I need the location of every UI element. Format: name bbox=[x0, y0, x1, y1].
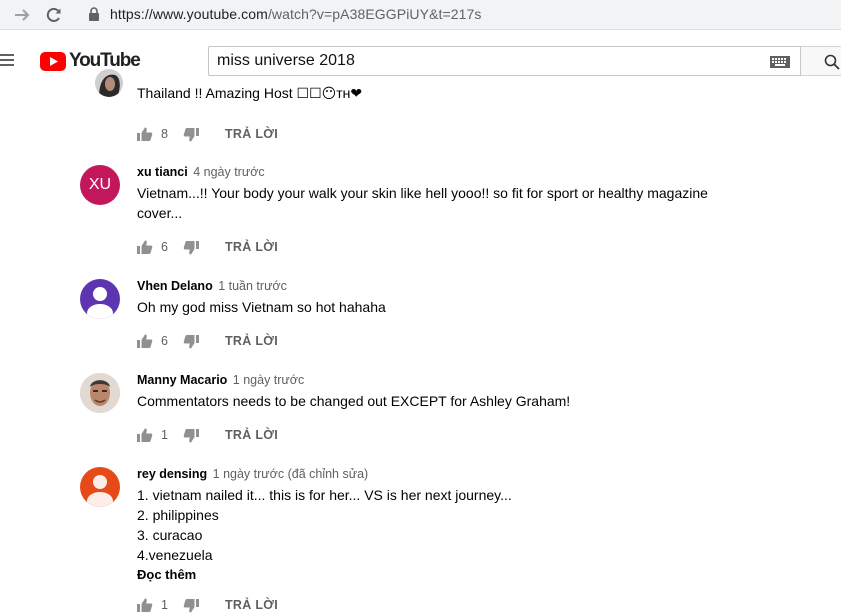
comment-meta: xu tianci 4 ngày trước bbox=[137, 165, 757, 179]
comment-actions: 6 TRẢ LỜI bbox=[137, 239, 437, 259]
comment-item: Vhen Delano 1 tuần trước Oh my god miss … bbox=[80, 279, 780, 359]
thumbs-up-icon[interactable] bbox=[137, 333, 153, 349]
like-count: 1 bbox=[161, 598, 168, 612]
comment-body: Thailand !! Amazing Host ☐☐😶ᴛʜ❤ bbox=[137, 83, 757, 103]
avatar[interactable] bbox=[80, 373, 120, 413]
url-host: https://www.youtube.com bbox=[110, 6, 268, 22]
thumbs-down-icon[interactable] bbox=[183, 127, 199, 143]
lock-icon bbox=[89, 7, 99, 21]
comment-meta: Vhen Delano 1 tuần trước bbox=[137, 279, 757, 293]
comment-body: rey densing 1 ngày trước (đã chỉnh sửa) … bbox=[137, 467, 757, 582]
comment-line: 2. philippines bbox=[137, 507, 219, 523]
comment-item: rey densing 1 ngày trước (đã chỉnh sửa) … bbox=[80, 467, 780, 615]
thumbs-up-icon[interactable] bbox=[137, 597, 153, 613]
comment-line: 1. vietnam nailed it... this is for her.… bbox=[137, 487, 512, 503]
comment-body: Manny Macario 1 ngày trước Commentators … bbox=[137, 373, 757, 411]
avatar[interactable] bbox=[80, 279, 120, 319]
comment-text: Commentators needs to be changed out EXC… bbox=[137, 393, 571, 409]
reply-button[interactable]: TRẢ LỜI bbox=[225, 127, 278, 141]
avatar-photo bbox=[80, 373, 120, 413]
comment-meta: rey densing 1 ngày trước (đã chỉnh sửa) bbox=[137, 467, 757, 481]
thumbs-up-icon[interactable] bbox=[137, 239, 153, 255]
comment-time[interactable]: 4 ngày trước bbox=[193, 165, 264, 179]
author-name[interactable]: xu tianci bbox=[137, 165, 188, 179]
thumbs-up-icon[interactable] bbox=[137, 126, 153, 142]
like-count: 6 bbox=[161, 334, 168, 348]
avatar[interactable] bbox=[80, 467, 120, 507]
youtube-play-icon bbox=[40, 51, 66, 71]
person-icon bbox=[87, 287, 113, 319]
avatar[interactable] bbox=[95, 69, 123, 97]
comment-time[interactable]: 1 tuần trước bbox=[218, 279, 287, 293]
comment-text: Vietnam...!! Your body your walk your sk… bbox=[137, 185, 708, 221]
avatar-initials: XU bbox=[88, 176, 112, 193]
reply-button[interactable]: TRẢ LỜI bbox=[225, 598, 278, 612]
comment-actions: 8 TRẢ LỜI bbox=[137, 126, 437, 146]
comment-item: Thailand !! Amazing Host ☐☐😶ᴛʜ❤ 8 TRẢ LỜ… bbox=[80, 69, 780, 149]
thumbs-down-icon[interactable] bbox=[183, 598, 199, 614]
keyboard-icon[interactable] bbox=[770, 56, 790, 68]
reload-icon[interactable] bbox=[44, 5, 64, 25]
avatar-photo bbox=[95, 69, 123, 97]
hamburger-menu-icon[interactable] bbox=[0, 53, 14, 67]
browser-address-bar: https://www.youtube.com/watch?v=pA38EGGP… bbox=[0, 0, 841, 30]
read-more-link[interactable]: Đọc thêm bbox=[137, 567, 757, 582]
author-name[interactable]: Vhen Delano bbox=[137, 279, 213, 293]
thumbs-up-icon[interactable] bbox=[137, 427, 153, 443]
thumbs-down-icon[interactable] bbox=[183, 334, 199, 350]
comment-meta: Manny Macario 1 ngày trước bbox=[137, 373, 757, 387]
comment-body: Vhen Delano 1 tuần trước Oh my god miss … bbox=[137, 279, 757, 317]
avatar[interactable]: XU bbox=[80, 165, 120, 205]
author-name[interactable]: Manny Macario bbox=[137, 373, 227, 387]
comment-item: XU xu tianci 4 ngày trước Vietnam...!! Y… bbox=[80, 165, 780, 265]
search-input[interactable] bbox=[217, 52, 757, 70]
address-url[interactable]: https://www.youtube.com/watch?v=pA38EGGP… bbox=[110, 6, 482, 22]
comment-text: 1. vietnam nailed it... this is for her.… bbox=[137, 485, 757, 565]
reply-button[interactable]: TRẢ LỜI bbox=[225, 428, 278, 442]
like-count: 8 bbox=[161, 127, 168, 141]
reply-button[interactable]: TRẢ LỜI bbox=[225, 240, 278, 254]
search-button[interactable] bbox=[801, 46, 841, 76]
author-name[interactable]: rey densing bbox=[137, 467, 207, 481]
comment-text: Oh my god miss Vietnam so hot hahaha bbox=[137, 299, 386, 315]
comment-text: Thailand !! Amazing Host ☐☐😶ᴛʜ❤ bbox=[137, 85, 363, 101]
search-icon bbox=[824, 54, 840, 70]
comment-actions: 1 TRẢ LỜI bbox=[137, 597, 437, 615]
thumbs-down-icon[interactable] bbox=[183, 428, 199, 444]
reply-button[interactable]: TRẢ LỜI bbox=[225, 334, 278, 348]
comment-time[interactable]: 1 ngày trước (đã chỉnh sửa) bbox=[213, 467, 369, 481]
forward-arrow-icon[interactable] bbox=[12, 5, 32, 25]
comment-time[interactable]: 1 ngày trước bbox=[233, 373, 304, 387]
comment-line: 4.venezuela bbox=[137, 547, 213, 563]
thumbs-down-icon[interactable] bbox=[183, 240, 199, 256]
comment-actions: 1 TRẢ LỜI bbox=[137, 427, 437, 447]
comment-line: 3. curacao bbox=[137, 527, 203, 543]
comment-item: Manny Macario 1 ngày trước Commentators … bbox=[80, 373, 780, 453]
like-count: 1 bbox=[161, 428, 168, 442]
like-count: 6 bbox=[161, 240, 168, 254]
comment-body: xu tianci 4 ngày trước Vietnam...!! Your… bbox=[137, 165, 757, 223]
person-icon bbox=[87, 475, 113, 507]
url-path: /watch?v=pA38EGGPiUY&t=217s bbox=[267, 6, 482, 22]
comment-actions: 6 TRẢ LỜI bbox=[137, 333, 437, 353]
